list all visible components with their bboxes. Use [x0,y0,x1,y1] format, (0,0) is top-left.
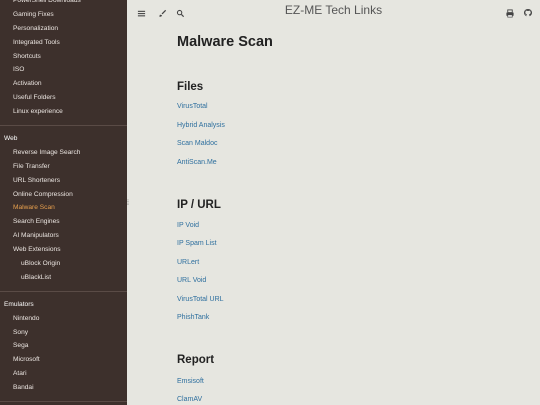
sidebar-item-personalization[interactable]: Personalization [0,22,127,36]
sidebar-item-iso[interactable]: ISO [0,63,127,77]
sidebar-item-gaming-fixes[interactable]: Gaming Fixes [0,8,127,22]
sidebar-item-sony[interactable]: Sony [0,326,127,340]
sidebar-item-ai-manipulators[interactable]: AI Manipulators [0,229,127,243]
sidebar-item-atari[interactable]: Atari [0,367,127,381]
sidebar-item-useful-folders[interactable]: Useful Folders [0,91,127,105]
site-title: EZ-ME Tech Links [284,3,383,17]
link-emsisoft[interactable]: Emsisoft [177,377,204,387]
sidebar-item-shortcuts[interactable]: Shortcuts [0,50,127,64]
page-title: Malware Scan [177,34,273,50]
print-icon[interactable] [505,5,517,18]
link-ip-spam-list[interactable]: IP Spam List [177,239,217,249]
sidebar-item-bandai[interactable]: Bandai [0,381,127,395]
sidebar-heading-web: Web [4,135,18,143]
sidebar-item-online-compression[interactable]: Online Compression [0,188,127,202]
sidebar-item-integrated-tools[interactable]: Integrated Tools [0,36,127,50]
sidebar-item-search-engines[interactable]: Search Engines [0,215,127,229]
sidebar-divider [0,395,127,403]
sidebar-item-ublacklist[interactable]: uBlackList [0,271,127,285]
main-content: Malware Scan Files VirusTotal Hybrid Analy… [177,32,517,403]
sidebar-item-malware-scan[interactable]: Malware Scan [0,201,127,215]
link-clamav[interactable]: ClamAV [177,395,202,405]
resize-handle[interactable]: ⁞ [127,199,129,208]
section-heading-files: Files [177,81,204,93]
sidebar-item-linux-experience[interactable]: Linux experience [0,105,127,119]
sidebar-heading-emulators: Emulators [4,300,34,308]
link-virustotal[interactable]: VirusTotal [177,102,208,112]
section-heading-ip-url: IP / URL [177,199,221,211]
sidebar-item-microsoft[interactable]: Microsoft [0,353,127,367]
sidebar-divider [0,119,127,127]
link-url-void[interactable]: URL Void [177,276,206,286]
github-icon[interactable] [523,5,535,17]
top-bar: EZ-ME Tech Links [127,0,540,22]
sidebar-item-activation[interactable]: Activation [0,77,127,91]
link-phishtank[interactable]: PhishTank [177,313,209,323]
sidebar-divider [0,285,127,292]
sidebar-item-sega[interactable]: Sega [0,339,127,353]
sidebar-item-reverse-image-search[interactable]: Reverse Image Search [0,146,127,160]
link-ip-void[interactable]: IP Void [177,221,199,231]
sidebar-item-powershell-downloads[interactable]: PowerShell Downloads [0,0,127,8]
sidebar-item-web-extensions[interactable]: Web Extensions [0,243,127,257]
link-urlert[interactable]: URLert [177,258,199,268]
link-hybrid-analysis[interactable]: Hybrid Analysis [177,121,225,131]
sidebar-list: PowerShell Downloads Gaming Fixes Personal… [0,0,127,405]
link-antiscan-me[interactable]: AntiScan.Me [177,158,217,168]
sidebar-item-file-transfer[interactable]: File Transfer [0,160,127,174]
link-virustotal-url[interactable]: VirusTotal URL [177,295,224,305]
sidebar-item-nintendo[interactable]: Nintendo [0,312,127,326]
sidebar-item-url-shorteners[interactable]: URL Shorteners [0,174,127,188]
section-heading-report: Report [177,354,215,366]
sidebar-item-ublock-origin[interactable]: uBlock Origin [0,257,127,271]
sidebar: PowerShell Downloads Gaming Fixes Personal… [0,0,127,405]
link-scan-maldoc[interactable]: Scan Maldoc [177,139,217,149]
